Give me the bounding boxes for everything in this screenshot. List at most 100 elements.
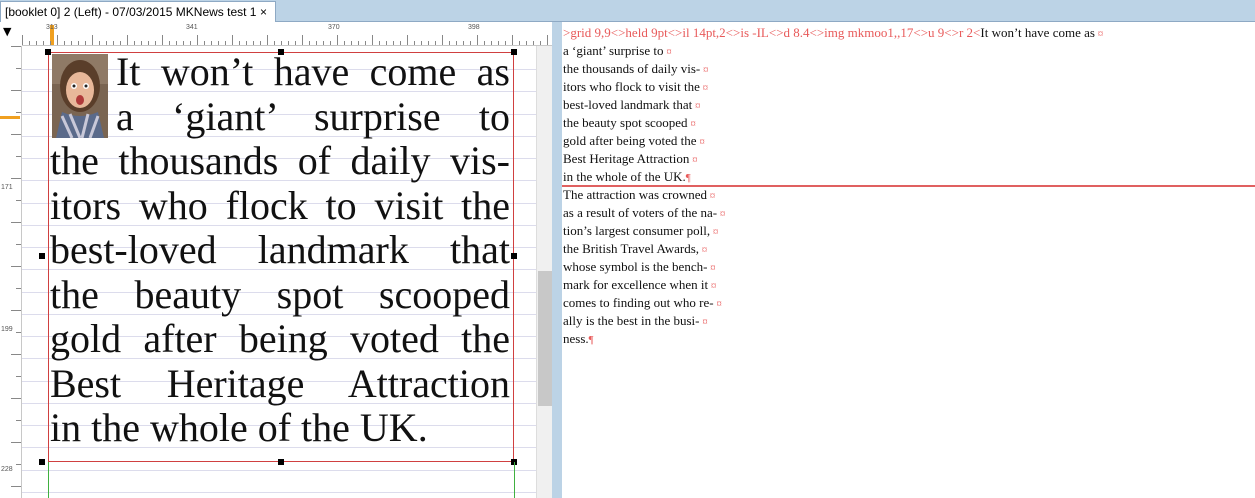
ruler-tick bbox=[57, 35, 58, 45]
ruler-label: 341 bbox=[186, 24, 198, 31]
line-break-mark: ¤ bbox=[699, 316, 708, 328]
line-break-mark: ¤ bbox=[717, 208, 726, 220]
source-line: The attraction was crowned ¤ bbox=[563, 186, 1253, 204]
ruler-tick bbox=[11, 222, 21, 223]
source-line-text: itors who flock to visit the bbox=[563, 79, 700, 94]
ruler-tick bbox=[11, 178, 21, 179]
frame-handle-top-right[interactable] bbox=[511, 49, 517, 55]
ruler-tick bbox=[71, 41, 72, 45]
vertical-scrollbar[interactable] bbox=[536, 46, 552, 498]
pane-splitter[interactable] bbox=[552, 22, 562, 498]
ruler-tick bbox=[302, 35, 303, 45]
source-line: comes to finding out who re- ¤ bbox=[563, 294, 1253, 312]
vertical-ruler[interactable]: 171 199 228 bbox=[0, 46, 22, 498]
frame-handle-bottom-middle[interactable] bbox=[278, 459, 284, 465]
ruler-tick bbox=[491, 41, 492, 45]
source-line-text: the beauty spot scooped bbox=[563, 115, 688, 130]
ruler-tick bbox=[11, 486, 21, 487]
source-line: mark for excellence when it ¤ bbox=[563, 276, 1253, 294]
line-break-mark: ¤ bbox=[707, 262, 716, 274]
ruler-origin-icon[interactable]: ▼ bbox=[3, 25, 17, 39]
page-canvas[interactable]: It won’t have come as a ‘giant’ surprise … bbox=[22, 46, 536, 498]
ruler-tick bbox=[330, 41, 331, 45]
ruler-tick bbox=[16, 332, 21, 333]
source-line-text: the thousands of daily vis- bbox=[563, 61, 701, 76]
ruler-tick bbox=[519, 41, 520, 45]
format-tags: >grid 9,9<>held 9pt<>il 14pt,2<>is -IL<>… bbox=[563, 25, 981, 40]
ruler-tick bbox=[176, 41, 177, 45]
document-tab[interactable]: [booklet 0] 2 (Left) - 07/03/2015 MKNews… bbox=[0, 1, 276, 22]
ruler-label: 199 bbox=[1, 326, 13, 333]
source-line-text: whose symbol is the bench- bbox=[563, 259, 708, 274]
ruler-tick bbox=[337, 35, 338, 45]
ruler-tick bbox=[358, 41, 359, 45]
frame-handle-middle-right[interactable] bbox=[511, 253, 517, 259]
source-line: best-loved landmark that ¤ bbox=[563, 96, 1253, 114]
paragraph-2-source[interactable]: The attraction was crowned ¤ as a result … bbox=[563, 186, 1253, 348]
ruler-tick bbox=[288, 41, 289, 45]
ruler-tick bbox=[120, 41, 121, 45]
source-line-text: The attraction was crowned bbox=[563, 187, 708, 202]
story-line: a ‘giant’ surprise to bbox=[116, 93, 510, 139]
source-text-view[interactable]: >grid 9,9<>held 9pt<>il 14pt,2<>is -IL<>… bbox=[562, 22, 1255, 498]
paragraph-mark: ¶ bbox=[685, 172, 691, 184]
ruler-tick bbox=[463, 41, 464, 45]
ruler-tick bbox=[260, 41, 261, 45]
source-line-text: the British Travel Awards, bbox=[563, 241, 700, 256]
ruler-tick bbox=[414, 41, 415, 45]
column-guide-right bbox=[514, 462, 515, 498]
ruler-label: 370 bbox=[328, 24, 340, 31]
story-text[interactable]: It won’t have come as a ‘giant’ surprise … bbox=[50, 49, 510, 451]
source-line: tion’s largest consumer poll, ¤ bbox=[563, 222, 1253, 240]
ruler-tick bbox=[232, 35, 233, 45]
ruler-tick bbox=[22, 35, 23, 45]
line-break-mark: ¤ bbox=[687, 118, 696, 130]
ruler-tick bbox=[547, 35, 548, 45]
ruler-tick bbox=[148, 41, 149, 45]
ruler-label: 313 bbox=[46, 24, 58, 31]
ruler-tick bbox=[267, 35, 268, 45]
ruler-tick bbox=[351, 41, 352, 45]
ruler-tick bbox=[36, 41, 37, 45]
line-break-mark: ¤ bbox=[689, 154, 698, 166]
source-line-text: comes to finding out who re- bbox=[563, 295, 714, 310]
vertical-ruler-marker[interactable] bbox=[0, 116, 20, 119]
source-line-text: best-loved landmark that bbox=[563, 97, 693, 112]
ruler-tick bbox=[16, 244, 21, 245]
source-line: in the whole of the UK.¶ bbox=[563, 168, 1253, 186]
ruler-tick bbox=[11, 46, 21, 47]
ruler-tick bbox=[11, 354, 21, 355]
ruler-tick bbox=[218, 41, 219, 45]
ruler-tick bbox=[190, 41, 191, 45]
source-line: the beauty spot scooped ¤ bbox=[563, 114, 1253, 132]
column-guide-left bbox=[48, 462, 49, 498]
source-line-text: as a result of voters of the na- bbox=[563, 205, 718, 220]
paragraph-1-source[interactable]: >grid 9,9<>held 9pt<>il 14pt,2<>is -IL<>… bbox=[563, 24, 1253, 186]
ruler-tick bbox=[225, 41, 226, 45]
ruler-tick bbox=[239, 41, 240, 45]
ruler-tick bbox=[407, 35, 408, 45]
story-line: It won’t have come as bbox=[116, 49, 510, 94]
close-tab-icon[interactable]: × bbox=[260, 5, 267, 19]
frame-handle-bottom-left[interactable] bbox=[39, 459, 45, 465]
ruler-tick bbox=[16, 156, 21, 157]
ruler-tick bbox=[197, 35, 198, 45]
line-break-mark: ¤ bbox=[1094, 28, 1104, 40]
ruler-tick bbox=[505, 41, 506, 45]
horizontal-ruler[interactable]: 313 341 370 398 bbox=[22, 22, 552, 46]
ruler-tick bbox=[92, 35, 93, 45]
source-line: as a result of voters of the na- ¤ bbox=[563, 204, 1253, 222]
ruler-tick bbox=[470, 41, 471, 45]
line-break-mark: ¤ bbox=[699, 244, 708, 256]
source-line: whose symbol is the bench- ¤ bbox=[563, 258, 1253, 276]
story-line: best-loved landmark that bbox=[50, 227, 510, 272]
layout-view[interactable]: ▼ 313 341 370 398 171 199 228 It won’t h… bbox=[0, 22, 552, 498]
line-break-mark: ¤ bbox=[699, 82, 709, 94]
ruler-tick bbox=[16, 464, 21, 465]
ruler-tick bbox=[540, 41, 541, 45]
frame-handle-middle-left[interactable] bbox=[39, 253, 45, 259]
line-break-mark: ¤ bbox=[696, 136, 705, 148]
scrollbar-thumb[interactable] bbox=[538, 271, 552, 406]
story-line: gold after being voted the bbox=[50, 316, 510, 361]
story-line: Best Heritage Attraction bbox=[50, 360, 510, 406]
